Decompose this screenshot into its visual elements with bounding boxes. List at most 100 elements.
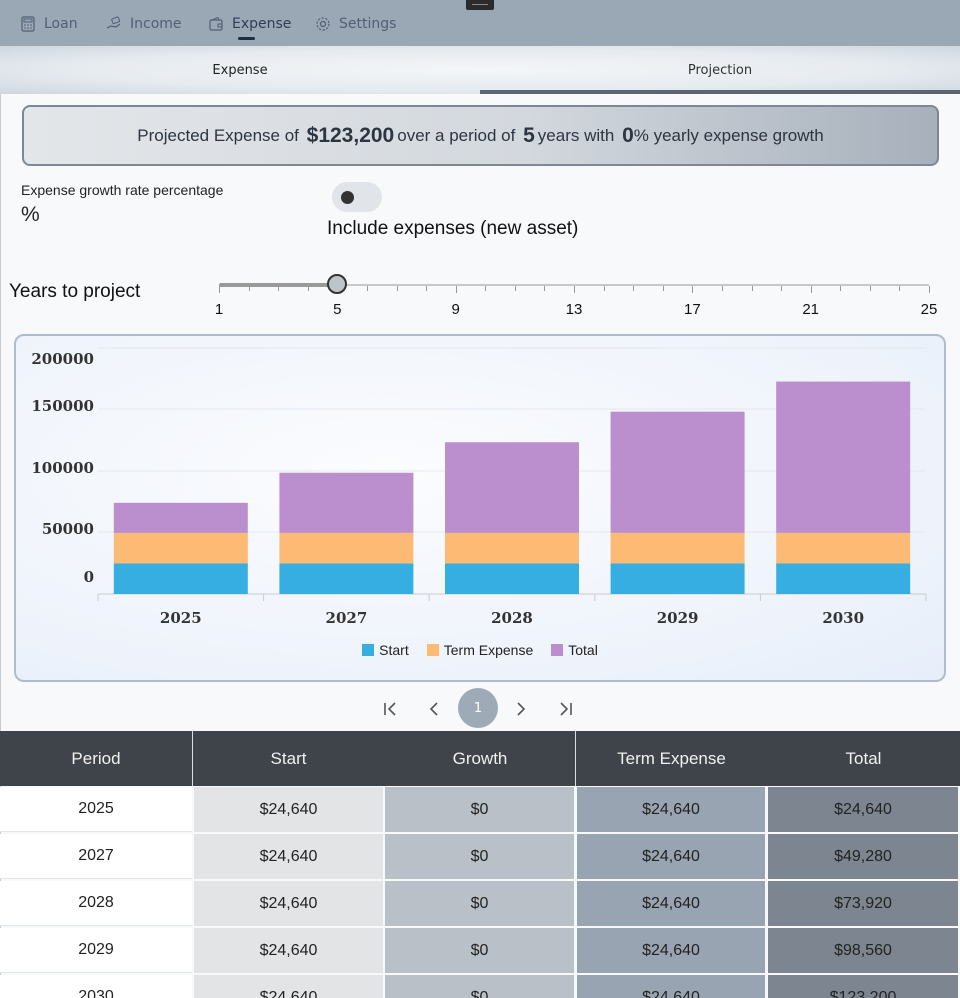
bar-term-expense bbox=[113, 532, 248, 564]
cell-start: $24,640 bbox=[194, 928, 383, 973]
column-header-term-expense[interactable]: Term Expense bbox=[575, 731, 767, 786]
slider-tick bbox=[219, 286, 220, 293]
top-nav: Loan Income Expense Settings bbox=[0, 0, 960, 46]
cell-start: $24,640 bbox=[194, 881, 383, 926]
cell-start: $24,640 bbox=[194, 975, 383, 998]
legend-item-total[interactable]: Total bbox=[551, 642, 598, 658]
nav-item-income[interactable]: Income bbox=[106, 13, 182, 35]
bar-start bbox=[279, 563, 414, 594]
table-row[interactable]: 2025 $24,640 $0 $24,640 $24,640 bbox=[0, 787, 960, 834]
nav-item-settings[interactable]: Settings bbox=[315, 13, 396, 35]
legend-swatch bbox=[362, 644, 375, 656]
slider-tick-label: 17 bbox=[683, 301, 701, 318]
cell-total: $24,640 bbox=[768, 787, 958, 832]
active-nav-indicator bbox=[238, 37, 255, 40]
x-tick-label: 2027 bbox=[326, 609, 368, 627]
chart-legend: Start Term Expense Total bbox=[16, 642, 944, 658]
legend-item-start[interactable]: Start bbox=[362, 642, 409, 658]
y-tick-label: 50000 bbox=[42, 520, 94, 538]
gear-icon bbox=[316, 17, 330, 31]
expense-chart: 200000 150000 100000 50000 0 2025 2027 2028 2029… bbox=[14, 334, 946, 682]
column-header-growth[interactable]: Growth bbox=[384, 731, 576, 786]
nav-item-loan[interactable]: Loan bbox=[20, 13, 78, 35]
slider-tick bbox=[366, 286, 368, 291]
banner-years-suffix: years with bbox=[537, 125, 615, 145]
table-row[interactable]: 2027 $24,640 $0 $24,640 $49,280 bbox=[0, 834, 960, 881]
slider-tick bbox=[929, 286, 930, 293]
slider-tick bbox=[633, 286, 635, 291]
slider-tick bbox=[840, 286, 842, 291]
toggle-knob bbox=[341, 191, 354, 204]
cell-start: $24,640 bbox=[194, 787, 383, 832]
bar-total bbox=[610, 411, 745, 533]
cell-term-expense: $24,640 bbox=[577, 787, 765, 832]
bar-start bbox=[776, 563, 911, 594]
cell-term-expense: $24,640 bbox=[577, 881, 765, 926]
last-page-icon[interactable] bbox=[555, 698, 577, 720]
slider-tick bbox=[662, 286, 664, 291]
bar-term-expense bbox=[445, 532, 579, 564]
drag-handle[interactable] bbox=[466, 0, 494, 10]
slider-tick bbox=[751, 286, 753, 291]
tab-projection[interactable]: Projection bbox=[480, 46, 960, 94]
slider-tick bbox=[248, 286, 250, 291]
bar-total bbox=[279, 472, 414, 533]
bar-total bbox=[776, 381, 911, 533]
column-header-period[interactable]: Period bbox=[0, 731, 192, 786]
column-header-total[interactable]: Total bbox=[767, 731, 960, 786]
nav-item-label: Loan bbox=[44, 16, 78, 32]
growth-rate-label: Expense growth rate percentage bbox=[21, 182, 224, 198]
pagination: 1 bbox=[0, 688, 960, 728]
growth-rate-input[interactable]: % bbox=[21, 203, 40, 227]
bar-start bbox=[610, 563, 745, 594]
banner-prefix: Projected Expense of bbox=[137, 125, 299, 145]
page-number-button[interactable]: 1 bbox=[458, 688, 498, 728]
include-expenses-label: Include expenses (new asset) bbox=[327, 218, 579, 239]
banner-mid: over a period of bbox=[397, 125, 516, 145]
wallet-icon bbox=[209, 16, 223, 31]
cell-term-expense: $24,640 bbox=[577, 834, 765, 879]
tab-underline bbox=[480, 90, 960, 94]
banner-suffix: % yearly expense growth bbox=[633, 125, 824, 145]
x-tick-label: 2030 bbox=[822, 609, 864, 627]
slider-tick bbox=[899, 286, 901, 291]
nav-item-label: Settings bbox=[339, 16, 397, 32]
legend-swatch bbox=[426, 644, 439, 656]
slider-tick-label: 21 bbox=[802, 301, 819, 318]
bar-term-expense bbox=[610, 532, 745, 564]
next-page-icon[interactable] bbox=[510, 698, 532, 720]
table-header: Period Start Growth Term Expense Total bbox=[0, 731, 960, 786]
y-tick-label: 100000 bbox=[31, 459, 94, 477]
calculator-icon bbox=[21, 16, 35, 32]
previous-page-icon[interactable] bbox=[423, 698, 445, 720]
nav-item-label: Expense bbox=[232, 16, 292, 32]
table-row[interactable]: 2029 $24,640 $0 $24,640 $98,560 bbox=[0, 928, 960, 975]
years-slider[interactable]: 1 5 9 13 17 21 25 bbox=[215, 270, 937, 320]
cell-start: $24,640 bbox=[194, 834, 383, 879]
table-row[interactable]: 2030 $24,640 $0 $24,640 $123,200 bbox=[0, 975, 960, 998]
slider-tick bbox=[810, 286, 812, 293]
slider-tick bbox=[544, 286, 546, 291]
table-row[interactable]: 2028 $24,640 $0 $24,640 $73,920 bbox=[0, 881, 960, 928]
slider-tick-label: 9 bbox=[451, 301, 460, 318]
bar-start bbox=[113, 563, 248, 594]
y-tick-label: 200000 bbox=[31, 350, 94, 368]
banner-growth: 0 bbox=[622, 123, 634, 147]
slider-thumb[interactable] bbox=[327, 274, 348, 294]
cell-total: $98,560 bbox=[768, 928, 958, 973]
cell-growth: $0 bbox=[385, 881, 574, 926]
cell-period: 2029 bbox=[0, 928, 192, 973]
nav-item-expense[interactable]: Expense bbox=[208, 13, 291, 35]
bar-term-expense bbox=[776, 532, 911, 564]
cell-period: 2027 bbox=[0, 834, 192, 879]
include-expenses-toggle[interactable] bbox=[332, 182, 382, 212]
slider-tick bbox=[514, 286, 516, 291]
x-tick-label: 2028 bbox=[491, 609, 533, 627]
subtab-bar: Expense Projection bbox=[0, 46, 960, 94]
column-header-start[interactable]: Start bbox=[192, 731, 384, 786]
tab-expense[interactable]: Expense bbox=[0, 46, 480, 94]
first-page-icon[interactable] bbox=[379, 698, 401, 720]
legend-item-term-expense[interactable]: Term Expense bbox=[426, 642, 533, 658]
legend-swatch bbox=[551, 644, 564, 656]
bar-term-expense bbox=[279, 532, 414, 564]
